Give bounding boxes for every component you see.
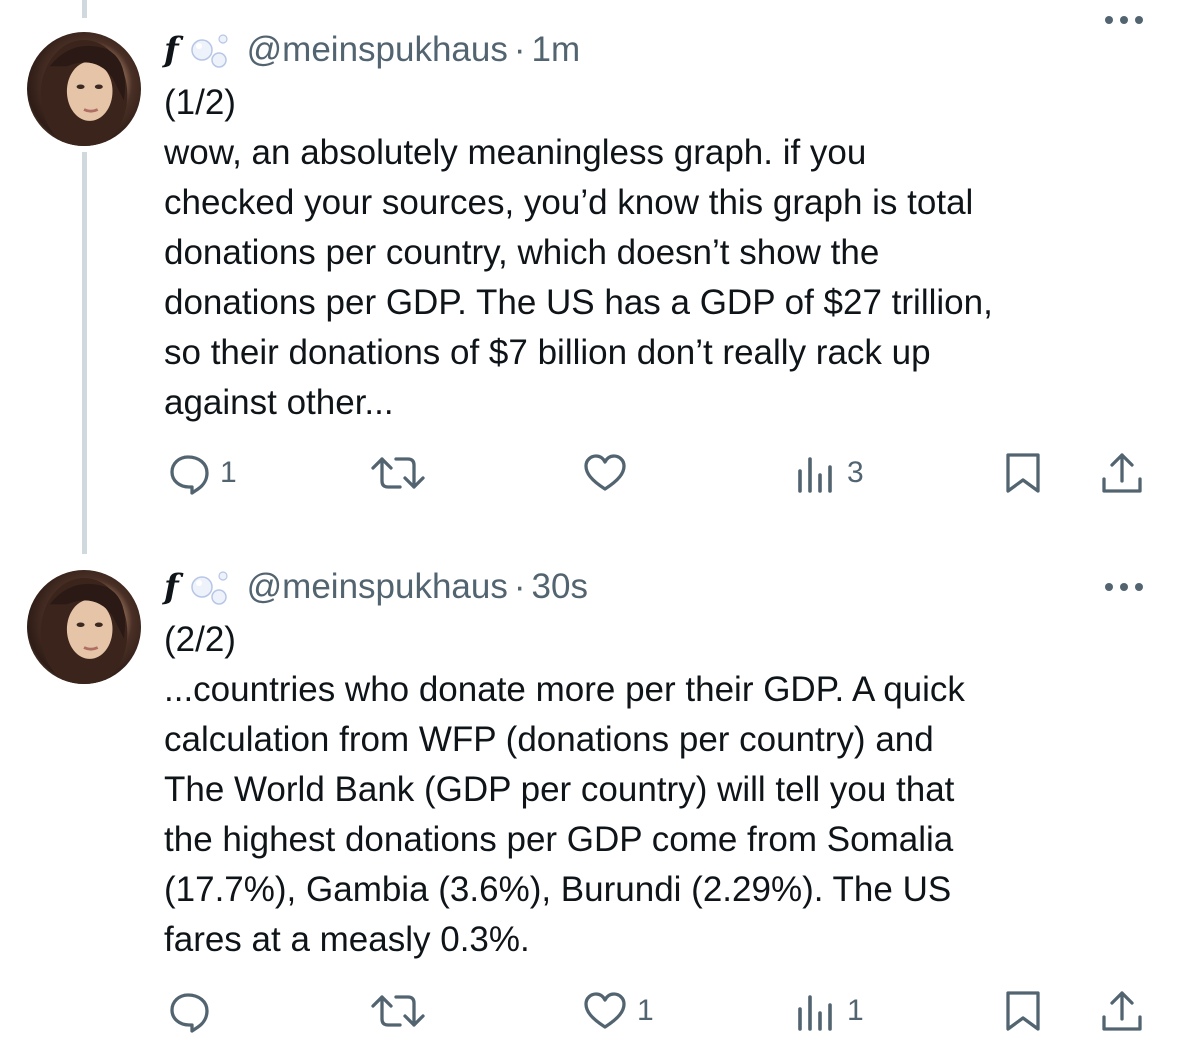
bubbles-emoji-icon bbox=[190, 34, 228, 68]
views-button[interactable]: 1 bbox=[793, 986, 864, 1036]
tweet-header: f @meinspukhaus · 30s bbox=[164, 565, 588, 609]
share-button[interactable] bbox=[1100, 986, 1144, 1036]
bookmark-button[interactable] bbox=[1001, 448, 1045, 498]
avatar[interactable] bbox=[27, 32, 141, 146]
bookmark-icon bbox=[1006, 991, 1040, 1031]
heart-icon bbox=[584, 454, 626, 491]
handle[interactable]: @meinspukhaus bbox=[247, 567, 508, 607]
tweet-counter: (2/2) bbox=[164, 620, 236, 659]
share-button[interactable] bbox=[1100, 448, 1144, 498]
display-name[interactable]: f bbox=[164, 30, 179, 70]
separator-dot: · bbox=[513, 567, 526, 606]
bubbles-emoji-icon bbox=[190, 571, 228, 605]
reply-icon bbox=[170, 455, 209, 495]
avatar-photo bbox=[40, 39, 128, 146]
share-icon bbox=[1102, 453, 1142, 493]
more-icon bbox=[1105, 16, 1143, 24]
repost-icon bbox=[371, 995, 425, 1027]
timestamp[interactable]: 1m bbox=[532, 30, 581, 70]
bookmark-button[interactable] bbox=[1001, 986, 1045, 1036]
repost-icon bbox=[371, 457, 425, 489]
tweet-counter: (1/2) bbox=[164, 83, 236, 122]
avatar-photo bbox=[40, 577, 128, 684]
bookmark-icon bbox=[1006, 453, 1040, 493]
views-icon bbox=[798, 457, 832, 493]
action-bar: 1 1 bbox=[0, 986, 1179, 1036]
views-icon bbox=[798, 995, 832, 1031]
views-count: 3 bbox=[847, 456, 864, 489]
more-options-button[interactable]: ••• bbox=[1102, 577, 1146, 602]
separator-dot: · bbox=[513, 30, 526, 69]
reply-icon bbox=[170, 993, 209, 1033]
tweet-text: wow, an absolutely meaningless graph. if… bbox=[164, 133, 993, 422]
more-icon bbox=[1105, 583, 1143, 591]
timestamp[interactable]: 30s bbox=[532, 567, 588, 607]
heart-icon bbox=[584, 992, 626, 1029]
more-options-button[interactable]: ••• bbox=[1102, 10, 1146, 35]
share-icon bbox=[1102, 991, 1142, 1031]
reply-button[interactable] bbox=[166, 986, 220, 1036]
views-count: 1 bbox=[847, 994, 864, 1027]
tweet-header: f @meinspukhaus · 1m bbox=[164, 28, 580, 72]
avatar[interactable] bbox=[27, 570, 141, 684]
display-name[interactable]: f bbox=[164, 567, 179, 607]
reply-count: 1 bbox=[220, 456, 237, 489]
reply-button[interactable]: 1 bbox=[166, 448, 237, 498]
like-count: 1 bbox=[637, 994, 654, 1027]
repost-button[interactable] bbox=[370, 448, 436, 498]
handle[interactable]: @meinspukhaus bbox=[247, 30, 508, 70]
like-button[interactable]: 1 bbox=[583, 986, 654, 1036]
like-button[interactable] bbox=[583, 448, 637, 498]
repost-button[interactable] bbox=[370, 986, 436, 1036]
action-bar: 1 3 bbox=[0, 448, 1179, 498]
views-button[interactable]: 3 bbox=[793, 448, 864, 498]
thread-line-top bbox=[82, 0, 87, 18]
tweet-text: ...countries who donate more per their G… bbox=[164, 670, 965, 959]
